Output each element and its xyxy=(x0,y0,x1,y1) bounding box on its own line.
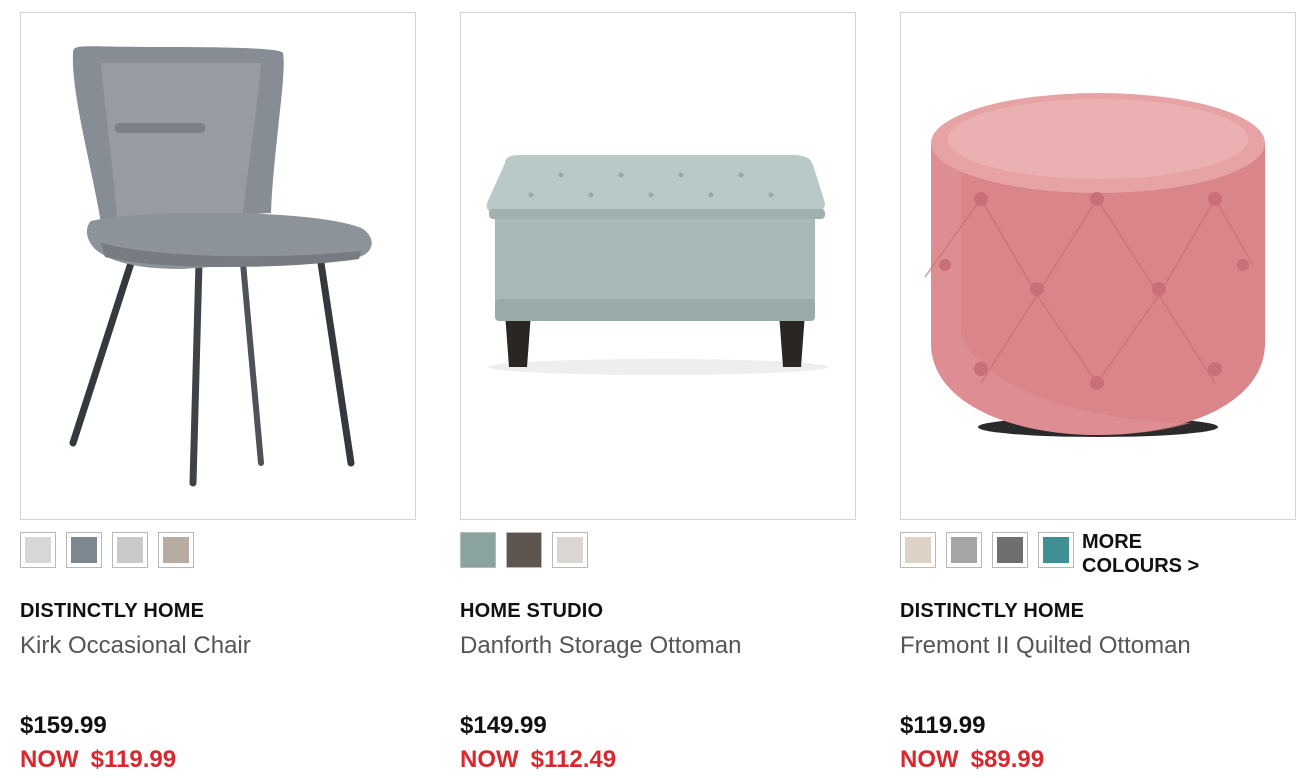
sale-price-row: NOW $119.99 xyxy=(20,746,176,774)
sale-price: $89.99 xyxy=(970,746,1045,773)
color-swatch[interactable] xyxy=(460,532,496,568)
product-brand: HOME STUDIO xyxy=(460,600,604,622)
now-label: NOW xyxy=(20,746,79,773)
product-name-link[interactable]: Danforth Storage Ottoman xyxy=(460,632,741,660)
product-image[interactable] xyxy=(900,12,1296,520)
color-swatch[interactable] xyxy=(992,532,1028,568)
product-brand: DISTINCTLY HOME xyxy=(20,600,205,622)
original-price: $159.99 xyxy=(20,712,107,739)
color-swatch[interactable] xyxy=(900,532,936,568)
color-swatch[interactable] xyxy=(946,532,982,568)
sale-price: $119.99 xyxy=(90,746,177,773)
sale-price-row: NOW $112.49 xyxy=(460,746,616,774)
sale-price: $112.49 xyxy=(530,746,617,773)
pink-round-ottoman-icon xyxy=(924,93,1265,437)
now-label: NOW xyxy=(900,746,959,773)
product-image[interactable] xyxy=(20,12,416,520)
product-brand: DISTINCTLY HOME xyxy=(900,600,1085,622)
color-swatches xyxy=(460,532,598,572)
product-name-link[interactable]: Fremont II Quilted Ottoman xyxy=(900,632,1191,660)
product-card: DISTINCTLY HOME Kirk Occasional Chair $1… xyxy=(20,12,416,773)
color-swatch[interactable] xyxy=(1038,532,1074,568)
product-grid: DISTINCTLY HOME Kirk Occasional Chair $1… xyxy=(0,0,1308,778)
product-card: MORE COLOURS > DISTINCTLY HOME Fremont I… xyxy=(900,12,1296,773)
product-image[interactable] xyxy=(460,12,856,520)
sale-price-row: NOW $89.99 xyxy=(900,746,1044,774)
color-swatch[interactable] xyxy=(20,532,56,568)
original-price: $149.99 xyxy=(460,712,547,739)
mint-storage-ottoman-icon xyxy=(486,155,828,375)
color-swatch[interactable] xyxy=(552,532,588,568)
color-swatch[interactable] xyxy=(158,532,194,568)
grey-dining-chair-icon xyxy=(69,46,372,487)
now-label: NOW xyxy=(460,746,519,773)
more-colours-link[interactable]: MORE COLOURS > xyxy=(1082,530,1232,578)
color-swatch[interactable] xyxy=(66,532,102,568)
product-name-link[interactable]: Kirk Occasional Chair xyxy=(20,632,251,660)
color-swatches xyxy=(20,532,204,572)
color-swatch[interactable] xyxy=(112,532,148,568)
color-swatches: MORE COLOURS > xyxy=(900,531,1232,577)
product-card: HOME STUDIO Danforth Storage Ottoman $14… xyxy=(460,12,856,773)
color-swatch[interactable] xyxy=(506,532,542,568)
original-price: $119.99 xyxy=(900,712,986,739)
